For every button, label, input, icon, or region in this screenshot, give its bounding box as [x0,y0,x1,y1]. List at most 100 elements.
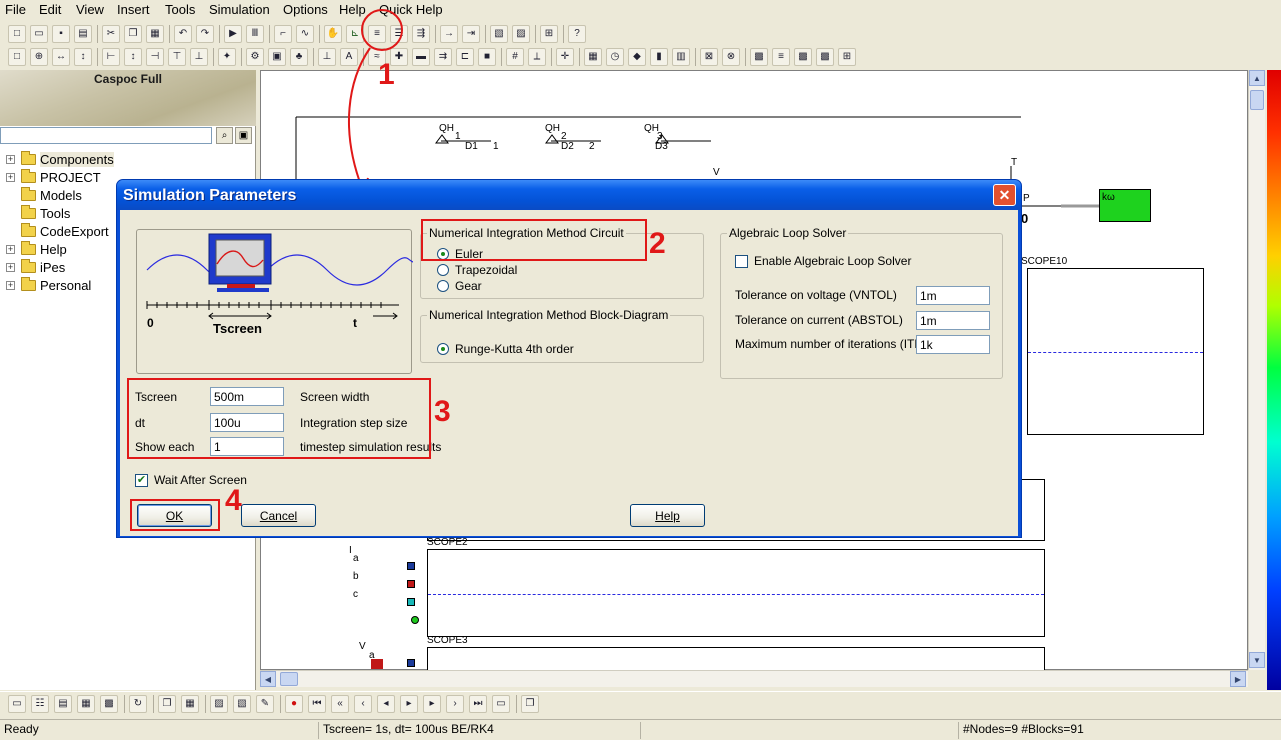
table-icon[interactable]: ⊞ [838,48,856,66]
first-icon[interactable]: ⏮ [308,695,326,713]
play-icon[interactable]: ▸ [400,695,418,713]
tree-item-project[interactable]: + PROJECT [6,168,101,186]
block-icon[interactable]: ■ [478,48,496,66]
chip-blue-icon[interactable]: ▩ [794,48,812,66]
expand-icon[interactable]: + [6,244,15,254]
menu-simulation[interactable]: Simulation [209,2,270,17]
align-center-icon[interactable]: ↕ [124,48,142,66]
menu-file[interactable]: File [5,2,26,17]
fill-icon[interactable]: ◆ [628,48,646,66]
window-icon[interactable]: ▭ [492,695,510,713]
scope-input-port[interactable] [407,659,415,667]
radio-selected-icon[interactable] [437,343,449,355]
copy-icon[interactable]: ❐ [124,25,142,43]
step-forward-icon[interactable]: ▸ [423,695,441,713]
new-icon[interactable]: □ [8,25,26,43]
probe-icon[interactable]: ⊥ [318,48,336,66]
grid-icon[interactable]: ▦ [77,695,95,713]
paste-icon[interactable]: ▦ [146,25,164,43]
diagram-icon[interactable]: ⊞ [540,25,558,43]
light-icon[interactable]: ✦ [218,48,236,66]
network-icon[interactable]: ⊠ [700,48,718,66]
undo-icon[interactable]: ↶ [174,25,192,43]
scroll-down-icon[interactable]: ▼ [1249,652,1265,668]
scope3-display[interactable] [427,647,1045,671]
measure-icon[interactable]: ⟂ [528,48,546,66]
spreadsheet-icon[interactable]: ▤ [54,695,72,713]
zoom-width-icon[interactable]: ↔ [52,48,70,66]
expand-icon[interactable]: + [6,262,15,272]
zoom-fit-icon[interactable]: ⊕ [30,48,48,66]
arrow-connector-icon[interactable]: ⇥ [462,25,480,43]
scope-input-port[interactable] [407,562,415,570]
tree-item-components[interactable]: + Components [6,150,114,168]
redo-icon[interactable]: ↷ [196,25,214,43]
vertical-scrollbar[interactable]: ▲ ▼ [1248,70,1265,670]
source-icon[interactable]: ⇉ [434,48,452,66]
step-back-icon[interactable]: ◂ [377,695,395,713]
stop-icon[interactable]: ⊗ [722,48,740,66]
align-bottom-icon[interactable]: ⊥ [190,48,208,66]
library-icon[interactable]: ▣ [268,48,286,66]
dialog-titlebar[interactable]: Simulation Parameters ✕ [117,180,1021,210]
tree-item-ipes[interactable]: + iPes [6,258,65,276]
menu-options[interactable]: Options [283,2,328,17]
counter-icon[interactable]: # [506,48,524,66]
rewind-icon[interactable]: ‹ [354,695,372,713]
image-edit-icon[interactable]: ▧ [233,695,251,713]
tree-icon[interactable]: ♣ [290,48,308,66]
print-icon[interactable]: ▤ [74,25,92,43]
expand-icon[interactable]: + [6,172,15,182]
scope2-display[interactable] [427,549,1045,637]
refresh-icon[interactable]: ↻ [129,695,147,713]
help-button[interactable]: Help [630,504,705,527]
list-icon[interactable]: ≡ [772,48,790,66]
bar-icon[interactable]: ▮ [650,48,668,66]
scroll-thumb[interactable] [280,672,298,686]
menu-view[interactable]: View [76,2,104,17]
checkmark-icon[interactable]: ✔ [135,473,148,487]
tree-item-tools[interactable]: Tools [6,204,70,222]
radio-runge-kutta[interactable]: Runge-Kutta 4th order [437,342,574,356]
motor-block[interactable]: kω [1099,189,1151,222]
cut-icon[interactable]: ✂ [102,25,120,43]
enable-loop-solver-checkbox[interactable]: Enable Algebraic Loop Solver [735,254,911,268]
zoom-100-icon[interactable]: □ [8,48,26,66]
scroll-left-icon[interactable]: ◀ [260,671,276,687]
properties-icon[interactable]: ☷ [31,695,49,713]
scope-input-port[interactable] [407,580,415,588]
components-icon[interactable]: ⚙ [246,48,264,66]
rewind-fast-icon[interactable]: « [331,695,349,713]
search-icon[interactable]: ⌕ [216,127,233,144]
chip-icon[interactable]: ▩ [100,695,118,713]
record-icon[interactable]: ● [285,695,303,713]
scroll-right-icon[interactable]: ▶ [1230,671,1246,687]
radio-gear[interactable]: Gear [437,279,482,293]
clock-icon[interactable]: ◷ [606,48,624,66]
brush-icon[interactable]: ✎ [256,695,274,713]
itl-input[interactable] [916,335,990,354]
help-question-icon[interactable]: ? [568,25,586,43]
paste-icon[interactable]: ▦ [181,695,199,713]
tree-item-personal[interactable]: + Personal [6,276,91,294]
vntol-input[interactable] [916,286,990,305]
open-icon[interactable]: ▭ [30,25,48,43]
zoom-height-icon[interactable]: ↕ [74,48,92,66]
scroll-thumb[interactable] [1250,90,1264,110]
windows-icon[interactable]: ❐ [521,695,539,713]
scroll-up-icon[interactable]: ▲ [1249,70,1265,86]
menu-insert[interactable]: Insert [117,2,150,17]
chip-icon[interactable]: ▩ [750,48,768,66]
document-icon[interactable]: ▧ [490,25,508,43]
cancel-button[interactable]: Cancel [241,504,316,527]
view-icon[interactable]: ▭ [8,695,26,713]
copy-icon[interactable]: ❐ [158,695,176,713]
expand-icon[interactable]: + [6,154,15,164]
radio-trapezoidal[interactable]: Trapezoidal [437,263,517,277]
menu-tools[interactable]: Tools [165,2,195,17]
arrow-right-icon[interactable]: → [440,25,458,43]
last-icon[interactable]: ⏭ [469,695,487,713]
save-icon[interactable]: ▪ [52,25,70,43]
tree-item-models[interactable]: Models [6,186,82,204]
radio-icon[interactable] [437,264,449,276]
